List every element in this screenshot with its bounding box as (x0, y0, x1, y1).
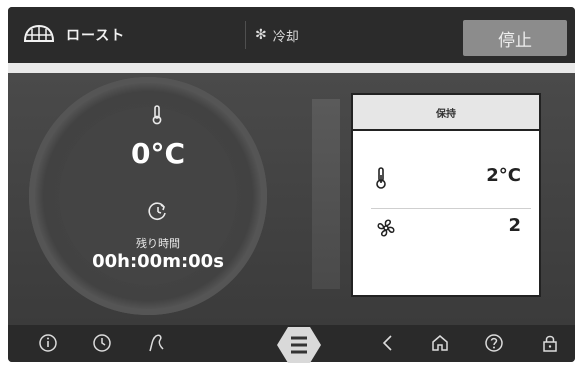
cool-label: 冷却 (272, 29, 299, 45)
roast-grill-icon (23, 24, 55, 42)
home-icon[interactable] (430, 333, 450, 353)
mode-indicator: ロースト (22, 21, 125, 49)
cool-indicator: ✻ 冷却 (255, 25, 299, 45)
hold-temperature-row: 2°C (353, 157, 539, 197)
header-divider (245, 21, 246, 49)
snowflake-icon: ✻ (255, 27, 267, 43)
help-icon[interactable] (484, 333, 504, 353)
current-temperature: 0°C (130, 137, 186, 170)
stop-button[interactable]: 停止 (463, 20, 567, 56)
hold-panel-title: 保持 (353, 95, 539, 131)
dial-thermometer-icon (152, 105, 162, 125)
timer-icon (148, 202, 166, 220)
hold-panel[interactable]: 保持 2°C 2 (351, 93, 541, 297)
header-stripe (8, 63, 575, 73)
lock-icon[interactable] (540, 333, 560, 353)
hold-temperature-value: 2°C (486, 165, 521, 186)
side-gradient-bar (312, 99, 340, 289)
remaining-time-label: 残り時間 (136, 237, 180, 250)
back-icon[interactable] (378, 333, 398, 353)
thermometer-icon (376, 167, 386, 189)
fan-icon (377, 219, 395, 237)
mode-label: ロースト (66, 28, 126, 44)
clock-icon[interactable] (92, 333, 112, 353)
top-bar: ロースト ✻ 冷却 停止 (8, 7, 575, 63)
info-icon[interactable] (38, 333, 58, 353)
device-screen: ロースト ✻ 冷却 停止 保持 2°C 2 0°C 残り時間 00h:00m:0… (8, 7, 575, 362)
cooking-dial (29, 77, 267, 315)
fan-speed-value: 2 (508, 215, 521, 236)
probe-icon[interactable] (146, 333, 166, 353)
menu-icon[interactable] (276, 325, 322, 365)
fan-speed-row: 2 (353, 207, 539, 247)
remaining-time-value: 00h:00m:00s (92, 251, 224, 272)
